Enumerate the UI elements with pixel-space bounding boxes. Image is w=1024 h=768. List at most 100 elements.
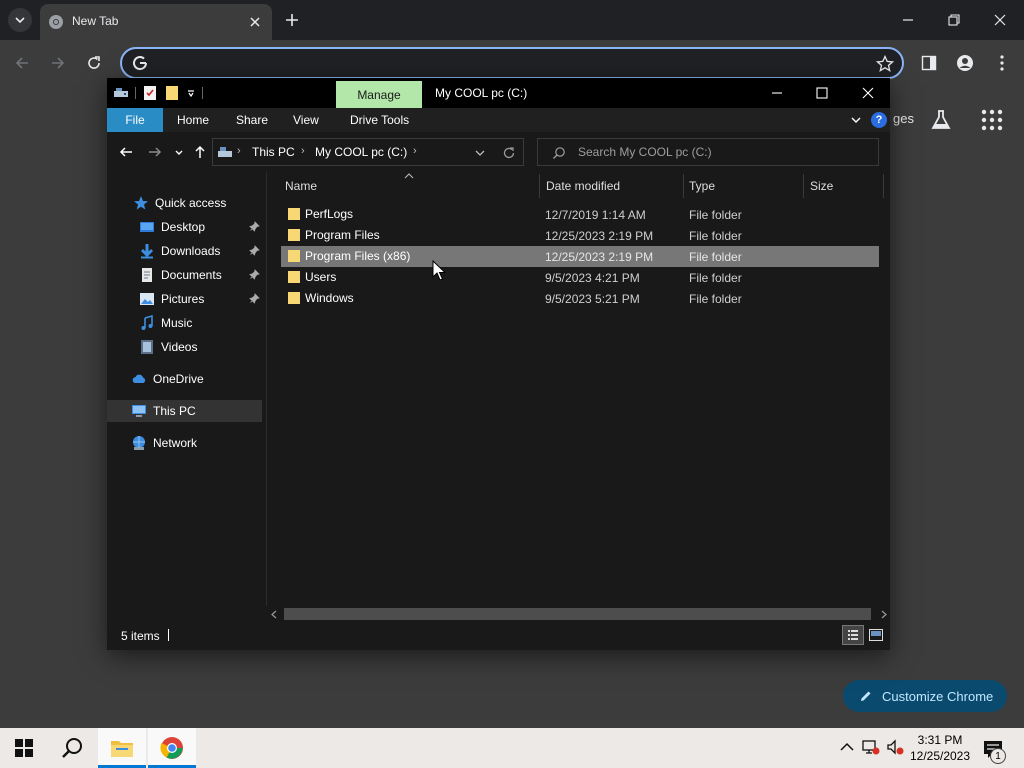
chrome-minimize-button[interactable] xyxy=(898,10,918,30)
expand-ribbon-icon[interactable] xyxy=(850,114,862,126)
search-input[interactable] xyxy=(578,144,868,160)
file-row[interactable]: Windows 9/5/2023 5:21 PM File folder xyxy=(281,288,879,309)
system-clock[interactable]: 3:31 PM 12/25/2023 xyxy=(904,732,976,764)
back-arrow-icon[interactable] xyxy=(118,144,134,160)
forward-button[interactable] xyxy=(48,53,68,73)
recent-locations-icon[interactable] xyxy=(173,144,185,160)
side-panel-button[interactable] xyxy=(919,53,939,73)
breadcrumb-this-pc[interactable]: This PC xyxy=(252,145,295,159)
column-divider[interactable] xyxy=(683,174,684,198)
network-status-button[interactable] xyxy=(862,738,880,756)
ribbon-tab-home[interactable]: Home xyxy=(169,108,217,132)
search-box[interactable] xyxy=(537,138,879,166)
show-hidden-icons-button[interactable] xyxy=(838,738,856,756)
help-icon[interactable]: ? xyxy=(871,112,887,128)
file-row-hovered[interactable]: Program Files (x86) 12/25/2023 2:19 PM F… xyxy=(281,246,879,267)
start-button[interactable] xyxy=(0,728,48,768)
nav-item-label: Downloads xyxy=(161,244,221,258)
breadcrumb-drive[interactable]: My COOL pc (C:) xyxy=(315,145,407,159)
scroll-right-icon[interactable] xyxy=(880,610,888,619)
customize-chrome-button[interactable]: Customize Chrome xyxy=(843,680,1007,712)
address-dropdown-icon[interactable] xyxy=(474,147,486,159)
file-date: 12/25/2023 2:19 PM xyxy=(545,229,654,243)
column-divider[interactable] xyxy=(803,174,804,198)
column-header-size[interactable]: Size xyxy=(810,179,833,193)
new-tab-icon[interactable] xyxy=(283,11,301,29)
manage-tab[interactable]: Manage xyxy=(336,81,422,108)
nav-item-label: Network xyxy=(153,436,198,450)
nav-item-documents[interactable]: Documents xyxy=(107,264,262,286)
tab-title: New Tab xyxy=(72,14,119,28)
column-header-date-modified[interactable]: Date modified xyxy=(546,179,620,193)
nav-item-label: Quick access xyxy=(155,196,227,210)
omnibox-input[interactable] xyxy=(158,54,858,72)
nav-item-desktop[interactable]: Desktop xyxy=(107,216,262,238)
minimize-icon xyxy=(903,19,913,21)
chrome-restore-button[interactable] xyxy=(944,10,964,30)
nav-item-downloads[interactable]: Downloads xyxy=(107,240,262,262)
column-headers: Name Date modified Type Size xyxy=(267,172,891,200)
explorer-maximize-button[interactable] xyxy=(812,83,832,103)
up-arrow-icon[interactable] xyxy=(192,144,208,160)
nav-item-quick-access[interactable]: Quick access xyxy=(107,192,262,214)
ribbon-tabs: File Home Share View Drive Tools ? xyxy=(107,108,890,132)
folder-icon xyxy=(288,271,300,283)
column-divider[interactable] xyxy=(539,174,540,198)
file-row[interactable]: Program Files 12/25/2023 2:19 PM File fo… xyxy=(281,225,879,246)
taskbar-search-button[interactable] xyxy=(48,728,96,768)
nav-item-videos[interactable]: Videos xyxy=(107,336,262,358)
ribbon-tab-drive-tools[interactable]: Drive Tools xyxy=(342,108,417,132)
taskbar-chrome[interactable] xyxy=(148,728,196,768)
nav-item-music[interactable]: Music xyxy=(107,312,262,334)
file-row[interactable]: PerfLogs 12/7/2019 1:14 AM File folder xyxy=(281,204,879,225)
minimize-icon xyxy=(772,92,782,94)
chrome-tab[interactable]: New Tab xyxy=(40,4,272,40)
horizontal-scrollbar[interactable] xyxy=(266,606,890,623)
ribbon-tab-share[interactable]: Share xyxy=(228,108,276,132)
refresh-icon[interactable] xyxy=(502,146,516,160)
nav-item-onedrive[interactable]: OneDrive xyxy=(107,368,262,390)
close-icon xyxy=(994,14,1006,26)
nav-item-this-pc[interactable]: This PC xyxy=(107,400,262,422)
documents-icon xyxy=(142,268,152,282)
folder-icon xyxy=(288,208,300,220)
column-header-name[interactable]: Name xyxy=(285,179,317,193)
navigation-tree: Quick access Desktop Downloads Documents… xyxy=(107,172,264,622)
taskbar-file-explorer[interactable] xyxy=(98,728,146,768)
ribbon-tab-file[interactable]: File xyxy=(107,108,163,132)
nav-item-pictures[interactable]: Pictures xyxy=(107,288,262,310)
customize-toolbar-icon[interactable] xyxy=(186,88,196,98)
chrome-close-button[interactable] xyxy=(990,10,1010,30)
large-icons-view-button[interactable] xyxy=(867,626,885,644)
ribbon-tab-view[interactable]: View xyxy=(285,108,327,132)
labs-flask-icon[interactable] xyxy=(929,108,953,132)
close-tab-icon[interactable] xyxy=(248,15,262,29)
new-folder-icon[interactable] xyxy=(164,85,180,101)
ntp-images-link[interactable]: ges xyxy=(893,111,914,126)
this-pc-icon xyxy=(132,405,146,417)
tab-search-button[interactable] xyxy=(8,8,32,32)
google-apps-icon[interactable] xyxy=(980,108,1004,132)
bookmark-star-icon[interactable] xyxy=(876,55,894,73)
explorer-minimize-button[interactable] xyxy=(767,83,787,103)
column-divider[interactable] xyxy=(883,174,884,198)
nav-item-network[interactable]: Network xyxy=(107,432,262,454)
volume-button[interactable] xyxy=(886,738,904,756)
breadcrumb-separator: › xyxy=(413,145,417,157)
properties-icon[interactable] xyxy=(142,85,158,101)
scroll-left-icon[interactable] xyxy=(270,610,278,619)
reload-button[interactable] xyxy=(84,53,104,73)
back-button[interactable] xyxy=(12,53,32,73)
pin-icon xyxy=(249,293,260,304)
maximize-icon xyxy=(816,87,828,99)
forward-arrow-icon[interactable] xyxy=(147,144,163,160)
file-row[interactable]: Users 9/5/2023 4:21 PM File folder xyxy=(281,267,879,288)
profile-button[interactable] xyxy=(955,53,975,73)
omnibox[interactable] xyxy=(120,47,904,79)
column-header-type[interactable]: Type xyxy=(689,179,715,193)
details-view-button[interactable] xyxy=(842,625,864,645)
chrome-menu-button[interactable] xyxy=(992,53,1012,73)
scrollbar-thumb[interactable] xyxy=(284,608,871,620)
explorer-close-button[interactable] xyxy=(858,83,878,103)
address-bar[interactable]: › This PC › My COOL pc (C:) › xyxy=(212,138,524,166)
